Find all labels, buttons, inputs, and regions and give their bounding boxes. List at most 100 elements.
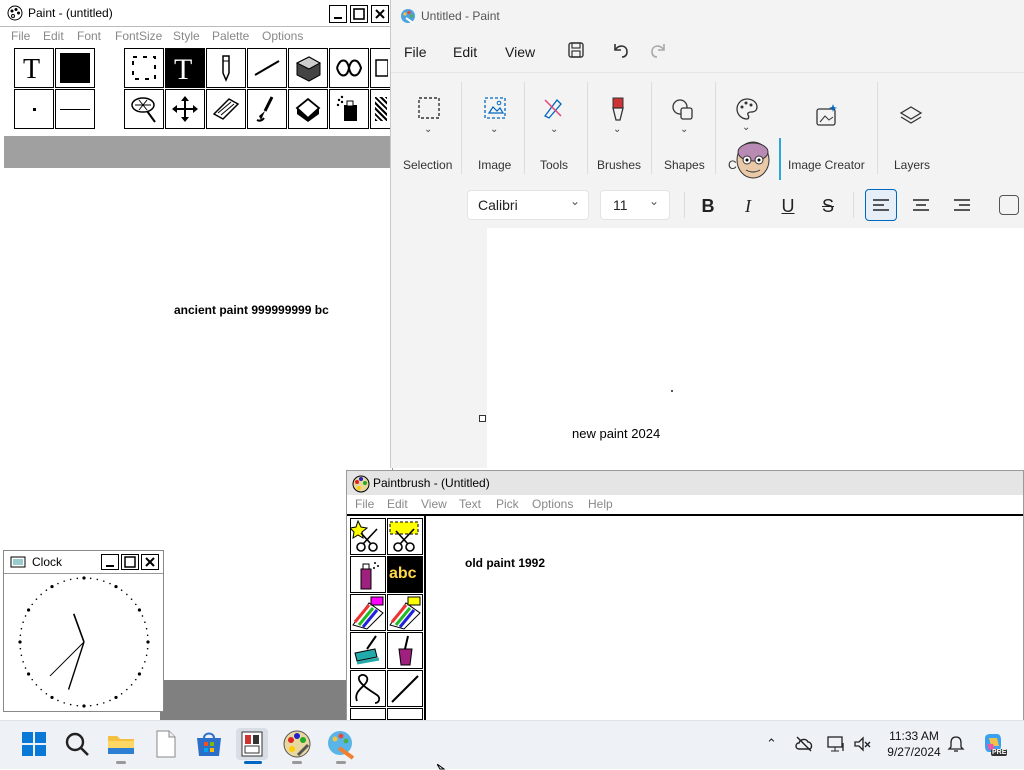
menu-pick[interactable]: Pick	[496, 497, 519, 511]
text-tool-icon[interactable]: abc	[387, 556, 423, 593]
chevron-down-icon[interactable]: ⌄	[680, 124, 688, 135]
filled-box-tool-icon[interactable]	[387, 708, 423, 720]
cube-pattern-icon[interactable]	[288, 48, 328, 88]
paintbrush-titlebar[interactable]: Paintbrush - (Untitled)	[347, 471, 1023, 495]
paint-classic-icon[interactable]	[281, 728, 313, 760]
align-center-button[interactable]	[906, 190, 936, 220]
font-family-dropdown[interactable]: Calibri ⌄	[467, 190, 589, 220]
menu-style[interactable]: Style	[173, 29, 200, 43]
menu-view[interactable]: View	[505, 44, 535, 60]
image-creator-icon[interactable]	[815, 103, 839, 127]
box-tool-icon[interactable]	[350, 708, 386, 720]
pattern-swatch-icon[interactable]	[370, 89, 392, 129]
paintbrush-canvas[interactable]	[426, 516, 1023, 720]
chevron-down-icon[interactable]: ⌄	[490, 124, 498, 135]
chevron-down-icon[interactable]: ⌄	[613, 124, 621, 135]
paint-bucket-icon[interactable]	[288, 89, 328, 129]
shapes-icon[interactable]	[671, 98, 695, 122]
curve-tool-icon[interactable]	[350, 670, 386, 707]
microsoft-store-icon[interactable]	[193, 728, 225, 760]
lasso-net-icon[interactable]	[124, 89, 164, 129]
maximize-button[interactable]	[350, 5, 368, 23]
line-tool-icon[interactable]	[247, 48, 287, 88]
image-icon[interactable]	[483, 96, 507, 120]
undo-icon[interactable]	[610, 40, 630, 60]
fill-color-swatch[interactable]	[55, 48, 95, 88]
clock-close-button[interactable]	[141, 554, 159, 570]
canvas-resize-handle[interactable]	[479, 415, 486, 422]
underline-button[interactable]: U	[774, 194, 802, 218]
chevron-down-icon[interactable]: ⌄	[742, 122, 750, 133]
close-button[interactable]	[371, 5, 389, 23]
airbrush-icon[interactable]	[350, 556, 386, 593]
menu-file[interactable]: File	[404, 44, 427, 60]
text-style-tool[interactable]: T	[14, 48, 54, 88]
align-right-button[interactable]	[947, 190, 977, 220]
palette-icon[interactable]	[735, 97, 759, 121]
selection-icon[interactable]	[417, 96, 441, 120]
menu-edit[interactable]: Edit	[43, 29, 64, 43]
scissors-rect-select-icon[interactable]	[387, 518, 423, 555]
new-paint-canvas[interactable]	[487, 228, 1024, 468]
line-tool-icon[interactable]	[387, 670, 423, 707]
color-eraser-icon[interactable]	[350, 594, 386, 631]
select-rect-icon[interactable]	[124, 48, 164, 88]
windows-start-icon[interactable]	[18, 728, 50, 760]
menu-view[interactable]: View	[421, 497, 447, 511]
text-tool-icon[interactable]: T	[165, 48, 205, 88]
chevron-up-icon[interactable]: ⌃	[766, 736, 777, 752]
clock-minimize-button[interactable]	[101, 554, 119, 570]
brush-icon[interactable]	[607, 96, 629, 122]
menu-palette[interactable]: Palette	[212, 29, 249, 43]
assistant-face-icon[interactable]	[734, 140, 772, 180]
menu-file[interactable]: File	[355, 497, 374, 511]
eraser-icon[interactable]	[206, 89, 246, 129]
scissors-select-icon[interactable]	[350, 518, 386, 555]
menu-edit[interactable]: Edit	[387, 497, 408, 511]
menu-fontsize[interactable]: FontSize	[115, 29, 162, 43]
redo-icon[interactable]	[649, 40, 669, 60]
rectangle-tool-icon[interactable]	[370, 48, 392, 88]
clock-maximize-button[interactable]	[121, 554, 139, 570]
freeform-curve-icon[interactable]	[329, 48, 369, 88]
save-icon[interactable]	[567, 41, 585, 59]
menu-text[interactable]: Text	[459, 497, 481, 511]
old-paint-titlebar[interactable]: Paint - (untitled)	[0, 0, 392, 26]
taskbar-date[interactable]: 9/27/2024	[878, 745, 950, 759]
paintbrush-icon[interactable]	[247, 89, 287, 129]
spray-can-icon[interactable]	[329, 89, 369, 129]
menu-help[interactable]: Help	[588, 497, 613, 511]
align-left-button[interactable]	[865, 189, 897, 221]
paintbrush-icon[interactable]	[387, 632, 423, 669]
search-icon[interactable]	[61, 728, 93, 760]
tools-icon[interactable]	[541, 96, 565, 120]
cloud-offline-icon[interactable]	[794, 734, 814, 754]
paintbrush-taskbar-icon[interactable]	[236, 728, 268, 760]
line-width-tool[interactable]	[55, 89, 95, 129]
volume-icon[interactable]	[852, 734, 872, 754]
background-fill-checkbox[interactable]	[999, 195, 1019, 215]
menu-file[interactable]: File	[11, 29, 30, 43]
minimize-button[interactable]	[329, 5, 347, 23]
paint-roller-icon[interactable]	[350, 632, 386, 669]
dot-size-tool[interactable]	[14, 89, 54, 129]
menu-edit[interactable]: Edit	[453, 44, 477, 60]
bold-button[interactable]: B	[694, 194, 722, 218]
pencil-icon[interactable]	[206, 48, 246, 88]
taskbar-time[interactable]: 11:33 AM	[878, 729, 950, 743]
menu-options[interactable]: Options	[262, 29, 303, 43]
menu-font[interactable]: Font	[77, 29, 101, 43]
layers-icon[interactable]	[899, 104, 923, 128]
notification-bell-icon[interactable]	[946, 734, 966, 754]
italic-button[interactable]: I	[734, 194, 762, 218]
clock-titlebar[interactable]: Clock	[4, 551, 163, 574]
network-icon[interactable]	[826, 734, 846, 754]
file-explorer-icon[interactable]	[105, 728, 137, 760]
notepad-icon[interactable]	[149, 728, 181, 760]
font-size-dropdown[interactable]: 11 ⌄	[600, 190, 670, 220]
eraser-icon[interactable]	[387, 594, 423, 631]
paint-app-icon[interactable]	[325, 728, 357, 760]
menu-options[interactable]: Options	[532, 497, 573, 511]
strikethrough-button[interactable]: S	[814, 194, 842, 218]
chevron-down-icon[interactable]: ⌄	[550, 124, 558, 135]
